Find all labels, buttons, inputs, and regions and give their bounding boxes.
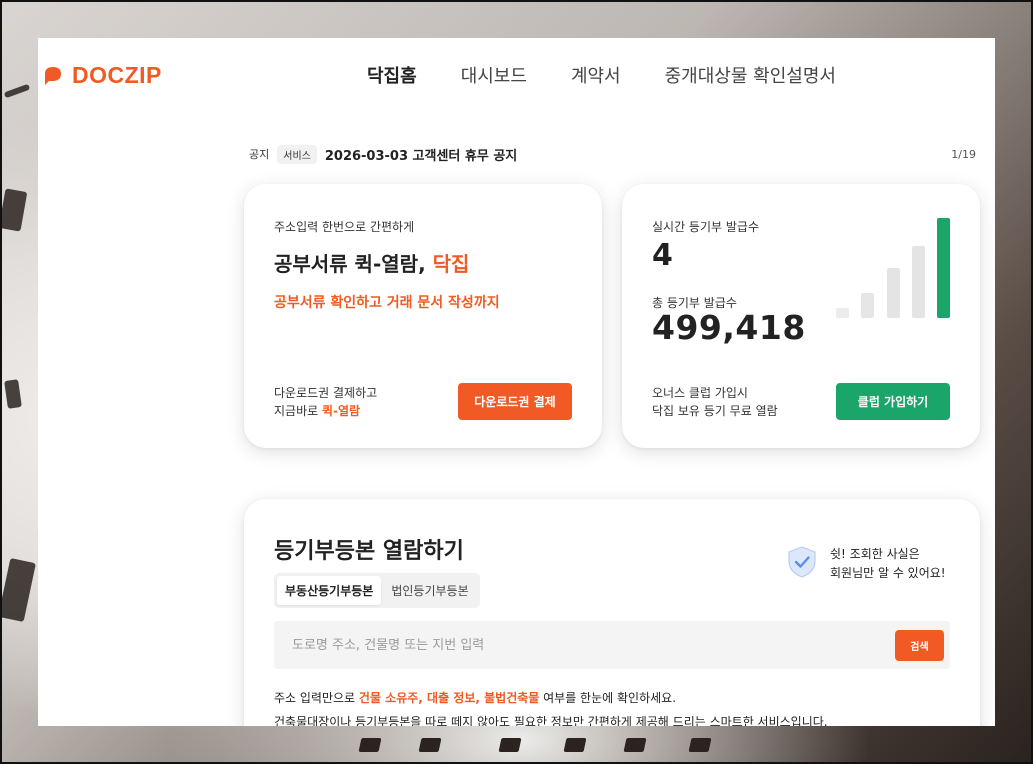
total-count-value: 499,418 [652,308,806,347]
nav-dashboard[interactable]: 대시보드 [461,62,527,88]
stat-bar [886,268,900,318]
registry-card: 등기부등본 열람하기 부동산등기부등본 법인등기부등본 쉿! 조회한 사실은 회… [244,499,980,726]
download-pass-pay-button[interactable]: 다운로드권 결제 [458,383,572,420]
logo-text: DOCZIP [72,62,162,88]
shield-check-icon [786,545,818,583]
info1-prefix: 주소 입력만으로 [274,691,359,705]
registry-tabs: 부동산등기부등본 법인등기부등본 [274,573,480,608]
realtime-count-label: 실시간 등기부 발급수 [652,220,759,234]
download-card-subtitle: 주소입력 한번으로 간편하게 [274,220,415,234]
download-card: 주소입력 한번으로 간편하게 공부서류 퀵-열람, 닥집 공부서류 확인하고 거… [244,184,602,448]
nav-contract[interactable]: 계약서 [571,62,621,88]
download-foot-line2: 지금바로 퀵-열람 [274,402,377,420]
download-foot-line2-text: 지금바로 [274,404,322,418]
stat-bar [911,246,925,318]
download-foot-line1: 다운로드권 결제하고 [274,386,378,400]
address-search-box: 검색 [274,621,950,669]
info1-suffix: 여부를 한눈에 확인하세요. [539,691,677,705]
download-card-title-accent: 닥집 [432,252,470,276]
stats-card: 실시간 등기부 발급수 4 총 등기부 발급수 499,418 오너스 클럽 가… [622,184,980,448]
tab-real-estate-registry[interactable]: 부동산등기부등본 [277,576,382,605]
main-nav: 닥집홈 대시보드 계약서 중개대상물 확인설명서 [367,62,836,88]
download-card-title: 공부서류 퀵-열람, 닥집 [274,248,469,277]
download-card-desc: 공부서류 확인하고 거래 문서 작성까지 [274,295,500,311]
club-foot-line1: 오너스 클럽 가입시 [652,386,748,400]
info1-accent: 건물 소유주, 대출 정보, 불법건축물 [358,691,540,705]
address-search-input[interactable] [274,621,874,669]
nav-property-explanation[interactable]: 중개대상물 확인설명서 [665,62,836,88]
notice-page-counter: 1/19 [951,147,976,161]
download-card-title-text: 공부서류 퀵-열람, [274,252,433,276]
logo[interactable]: DOCZIP [42,62,162,89]
download-card-footnote: 다운로드권 결제하고 지금바로 퀵-열람 [274,384,377,420]
privacy-notice: 쉿! 조회한 사실은 회원님만 알 수 있어요! [786,545,946,583]
notice-badge: 서비스 [277,144,317,164]
club-foot-line2: 닥집 보유 등기 무료 열람 [652,404,778,418]
club-join-button[interactable]: 클럽 가입하기 [836,383,950,420]
registry-info-line1: 주소 입력만으로 건물 소유주, 대출 정보, 불법건축물 여부를 한눈에 확인… [274,689,676,706]
app-page: DOCZIP 닥집홈 대시보드 계약서 중개대상물 확인설명서 공지 서비스 2… [38,38,995,726]
realtime-count-value: 4 [652,238,673,273]
privacy-text: 쉿! 조회한 사실은 회원님만 알 수 있어요! [830,545,946,583]
tab-corporate-registry[interactable]: 법인등기부등본 [383,576,476,605]
nav-home[interactable]: 닥집홈 [367,62,417,88]
registry-info-line2: 건축물대장이나 등기부등본을 따로 떼지 않아도 필요한 정보만 간편하게 제공… [274,715,828,726]
stat-bar [861,293,875,318]
notice-link[interactable]: 2026-03-03 고객센터 휴무 공지 [325,145,517,164]
registry-title: 등기부등본 열람하기 [274,539,464,564]
bar-chart-icon [836,218,950,318]
notice-label: 공지 [249,148,270,161]
privacy-line2: 회원님만 알 수 있어요! [830,566,946,580]
search-button[interactable]: 검색 [895,630,944,661]
stat-bar [937,218,950,318]
download-foot-line2-accent: 퀵-열람 [321,404,361,418]
privacy-line1: 쉿! 조회한 사실은 [830,547,920,561]
stat-bar [836,308,849,318]
club-footnote: 오너스 클럽 가입시 닥집 보유 등기 무료 열람 [652,384,778,420]
notice-bar: 공지 서비스 2026-03-03 고객센터 휴무 공지 1/19 [249,144,976,164]
doczip-logo-icon [42,65,64,87]
